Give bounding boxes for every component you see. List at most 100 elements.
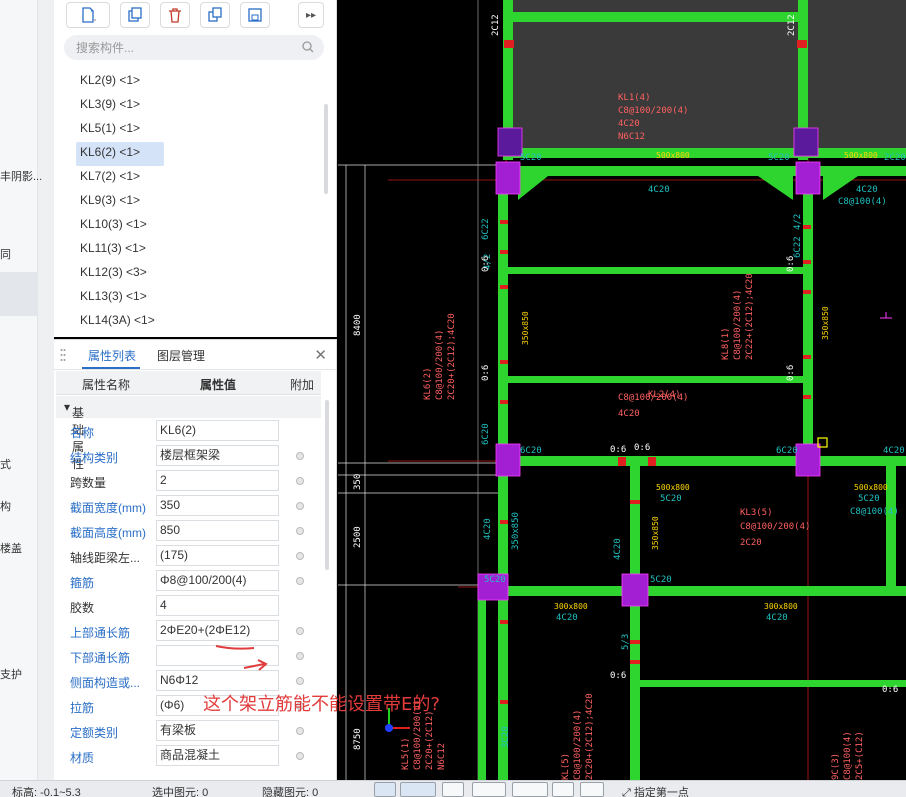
label-size3: 500x800 (656, 483, 690, 492)
property-value-field[interactable]: (175) (156, 545, 279, 566)
attach-checkbox[interactable] (296, 452, 304, 460)
close-icon[interactable]: ✕ (314, 346, 327, 364)
label-300x800-b: 300x800 (764, 602, 798, 611)
delete-component-button[interactable] (160, 2, 190, 28)
attach-checkbox[interactable] (296, 652, 304, 660)
cad-drawing-canvas[interactable]: KL1(4) C8@100/200(4) 4C20 N6C12 500x800 … (338, 0, 906, 780)
columns[interactable] (477, 127, 821, 607)
property-table-header: 属性名称 属性值 附加 (56, 371, 321, 395)
search-box[interactable] (64, 35, 324, 60)
label-kl1-stirrup: C8@100/200(4) (618, 106, 688, 116)
property-row[interactable]: 材质 商品混凝土 (56, 744, 321, 769)
copy-component-button[interactable] (120, 2, 150, 28)
property-name: 跨数量 (70, 476, 107, 490)
dim-8750: 8750 (353, 728, 363, 750)
list-item-selected[interactable]: KL6(2) <1> (76, 142, 164, 166)
redraw-button[interactable] (580, 782, 604, 797)
list-item[interactable]: KL7(2) <1> (76, 166, 164, 190)
drag-grip-icon[interactable] (60, 348, 66, 362)
label-kl-bl-b: C8@100/200(4) (573, 710, 583, 780)
strip-label-same[interactable]: 同 (0, 246, 11, 262)
list-item[interactable]: KL14(3A) <1> (76, 310, 164, 334)
strip-label-floor[interactable]: 楼盖 (0, 540, 22, 556)
tab-layer-management[interactable]: 图层管理 (157, 347, 205, 364)
strip-inner (0, 0, 38, 780)
property-value-field[interactable]: Φ8@100/200(4) (156, 570, 279, 591)
list-item[interactable]: KL3(9) <1> (76, 94, 164, 118)
more-button[interactable]: ▸▸ (298, 2, 324, 28)
search-input[interactable] (76, 39, 296, 56)
property-value-field[interactable]: 350 (156, 495, 279, 516)
attach-checkbox[interactable] (296, 552, 304, 560)
property-value-field[interactable]: 850 (156, 520, 279, 541)
property-group-basic[interactable]: ▾ 基础属性 (56, 396, 321, 471)
label-06-v3: 0:6 (481, 365, 491, 381)
attach-checkbox[interactable] (296, 627, 304, 635)
label-4c20-c: 4C20 (556, 613, 578, 623)
dimension-button[interactable] (512, 782, 548, 797)
property-value-field[interactable]: 商品混凝土 (156, 745, 279, 766)
tab-property-list[interactable]: 属性列表 (88, 347, 136, 364)
property-value-field[interactable]: 4 (156, 595, 279, 616)
label-6c22: 6C22 (481, 218, 491, 240)
property-row[interactable]: 名称 KL6(2) (56, 419, 321, 444)
import-button[interactable] (240, 2, 270, 28)
angle-button[interactable] (472, 782, 506, 797)
strip-label-shadow[interactable]: 丰阴影... (0, 168, 42, 184)
header-value: 属性值 (200, 378, 237, 392)
property-value-field[interactable]: 楼层框架梁 (156, 445, 279, 466)
label-kl1: KL1(4) (618, 93, 651, 103)
slab-area[interactable] (508, 0, 803, 150)
list-item[interactable]: KL10(3) <1> (76, 214, 164, 238)
attach-checkbox[interactable] (296, 752, 304, 760)
attach-checkbox[interactable] (296, 577, 304, 585)
property-name: 结构类别 (70, 451, 119, 465)
attach-checkbox[interactable] (296, 727, 304, 735)
list-item[interactable]: KL9(3) <1> (76, 190, 164, 214)
list-item[interactable]: KL12(3) <3> (76, 262, 164, 286)
component-list-scrollbar[interactable] (324, 104, 328, 194)
list-item[interactable]: KL5(1) <1> (76, 118, 164, 142)
cross-select-button[interactable] (442, 782, 464, 797)
property-row[interactable]: 上部通长筋 2ΦE20+(2ΦE12) (56, 619, 321, 644)
property-row[interactable]: 截面高度(mm) 850 (56, 519, 321, 544)
attach-checkbox[interactable] (296, 527, 304, 535)
property-row[interactable]: 结构类别 楼层框架梁 (56, 444, 321, 469)
property-value-field[interactable]: 2ΦE20+(2ΦE12) (156, 620, 279, 641)
property-value-field[interactable]: 有梁板 (156, 720, 279, 741)
strip-selected-item[interactable] (0, 272, 38, 316)
label-kl5-c: N6C12 (437, 743, 447, 770)
duplicate-button[interactable] (200, 2, 230, 28)
property-name: 截面高度(mm) (70, 526, 146, 540)
property-value-field[interactable]: KL6(2) (156, 420, 279, 441)
list-item[interactable]: KL11(3) <1> (76, 238, 164, 262)
label-c5c20: 5C20 (484, 575, 506, 585)
strip-label-structure[interactable]: 构 (0, 498, 11, 514)
property-row[interactable]: 跨数量 2 (56, 469, 321, 494)
strip-label-style[interactable]: 式 (0, 456, 11, 472)
property-row[interactable]: 轴线距梁左... (175) (56, 544, 321, 569)
property-row[interactable]: 下部通长筋 (56, 644, 321, 669)
attach-checkbox[interactable] (296, 477, 304, 485)
property-row[interactable]: 箍筋 Φ8@100/200(4) (56, 569, 321, 594)
list-item[interactable]: KL2(9) <1> (76, 70, 164, 94)
property-value-field[interactable]: 2 (156, 470, 279, 491)
strip-label-support[interactable]: 支护 (0, 666, 22, 682)
new-component-button[interactable] (66, 2, 110, 28)
search-icon[interactable] (302, 41, 314, 53)
label-kl8-stirrup: C8@100/200(4) (733, 290, 743, 360)
label-size4: 500x800 (854, 483, 888, 492)
property-row[interactable]: 胶数 4 (56, 594, 321, 619)
snap-mode-button[interactable] (400, 782, 436, 797)
attach-checkbox[interactable] (296, 677, 304, 685)
list-item[interactable]: KL13(3) <1> (76, 286, 164, 310)
attach-checkbox[interactable] (296, 502, 304, 510)
left-side-strip: 丰阴影... 同 式 构 楼盖 支护 (0, 0, 54, 780)
property-row[interactable]: 定额类别 有梁板 (56, 719, 321, 744)
screen-button[interactable] (552, 782, 574, 797)
ortho-mode-button[interactable] (374, 782, 396, 797)
label-kl-br: 9C(3) (831, 753, 841, 780)
slab-area-right[interactable] (808, 0, 906, 150)
property-scrollbar[interactable] (325, 400, 329, 570)
property-row[interactable]: 截面宽度(mm) 350 (56, 494, 321, 519)
